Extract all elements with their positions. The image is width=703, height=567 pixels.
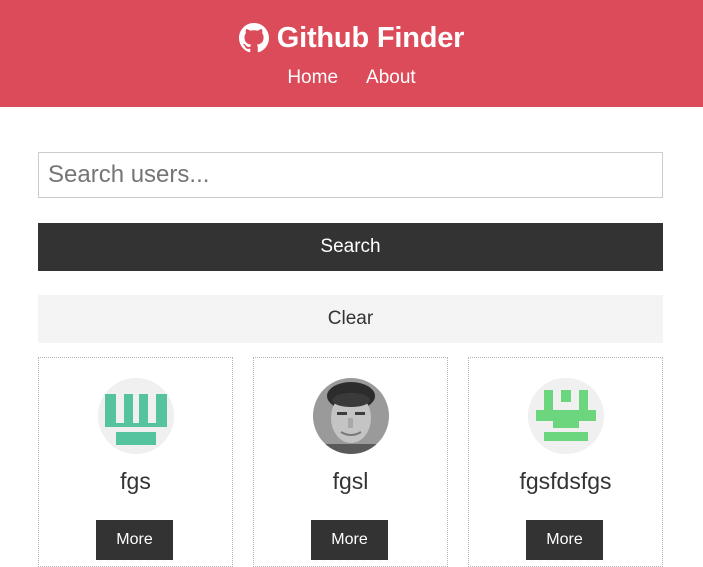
more-button[interactable]: More — [526, 520, 603, 560]
search-input[interactable] — [38, 152, 663, 198]
user-card: fgs More — [38, 357, 233, 567]
nav-link-about[interactable]: About — [366, 66, 416, 90]
nav-link-home[interactable]: Home — [287, 66, 338, 90]
username: fgsfdsfgs — [519, 468, 612, 494]
avatar — [528, 378, 604, 454]
user-card: fgsl More — [253, 357, 448, 567]
github-icon — [238, 23, 269, 53]
more-button[interactable]: More — [96, 520, 173, 560]
username: fgs — [120, 468, 151, 494]
identicon-teal — [98, 378, 174, 454]
clear-button[interactable]: Clear — [38, 295, 663, 343]
search-button[interactable]: Search — [38, 223, 663, 271]
nav-links: Home About — [0, 66, 703, 90]
username: fgsl — [332, 468, 369, 494]
app-title: Github Finder — [276, 22, 465, 54]
more-button[interactable]: More — [311, 520, 388, 560]
brand: Github Finder — [0, 20, 703, 56]
identicon-green — [528, 378, 604, 454]
user-photo — [313, 378, 389, 454]
user-card: fgsfdsfgs More — [468, 357, 663, 567]
avatar — [313, 378, 389, 454]
avatar — [98, 378, 174, 454]
navbar: Github Finder Home About — [0, 0, 703, 107]
